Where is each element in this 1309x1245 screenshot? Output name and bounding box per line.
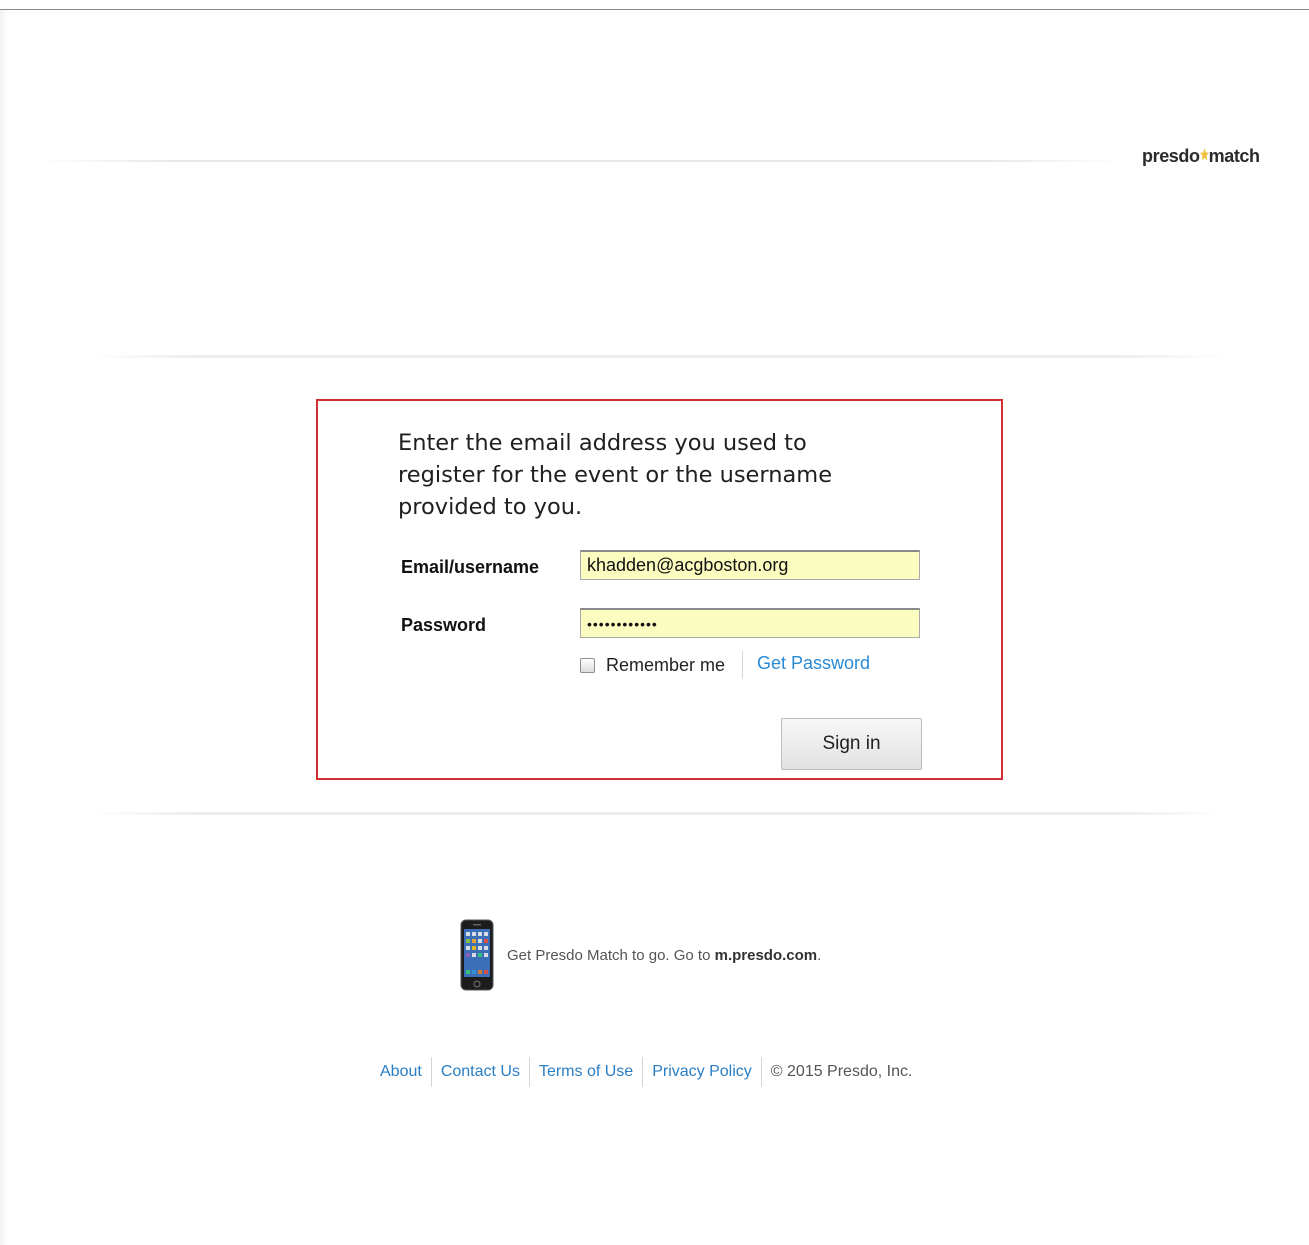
mobile-promo: Get Presdo Match to go. Go to m.presdo.c… [460, 919, 821, 991]
password-label: Password [401, 615, 487, 635]
presdo-match-logo[interactable]: presdo match [1142, 146, 1260, 167]
sign-in-button[interactable]: Sign in [781, 718, 922, 770]
logo-text-match: match [1208, 146, 1260, 166]
window-top-border [0, 0, 1309, 10]
remember-me-label[interactable]: Remember me [606, 655, 725, 676]
copyright-text: © 2015 Presdo, Inc. [770, 1063, 913, 1080]
remember-separator [742, 651, 743, 679]
footer-link-contact[interactable]: Contact Us [441, 1063, 520, 1081]
mobile-promo-text: Get Presdo Match to go. Go to m.presdo.c… [507, 947, 821, 964]
email-field[interactable] [580, 550, 920, 580]
mobile-site-url[interactable]: m.presdo.com [715, 947, 818, 964]
footer: About Contact Us Terms of Use Privacy Po… [380, 1057, 912, 1087]
login-panel: Enter the email address you used to regi… [316, 399, 1003, 780]
remember-me-checkbox[interactable] [580, 657, 595, 673]
logo-text-presdo: presdo [1142, 146, 1200, 166]
login-instructions: Enter the email address you used to regi… [398, 430, 833, 520]
remember-me-option[interactable]: Remember me [580, 653, 725, 677]
email-label: Email/username [401, 557, 540, 577]
mobile-promo-lead: Get Presdo Match to go. Go to [507, 946, 715, 964]
footer-separator [760, 1057, 762, 1087]
footer-link-terms[interactable]: Terms of Use [539, 1063, 633, 1081]
footer-separator [430, 1057, 432, 1087]
mobile-promo-suffix: . [817, 946, 822, 964]
divider-top [90, 355, 1225, 358]
divider-bottom [90, 812, 1225, 815]
footer-link-privacy[interactable]: Privacy Policy [652, 1063, 752, 1081]
footer-separator [528, 1057, 530, 1087]
password-field[interactable] [580, 608, 920, 638]
footer-separator [642, 1057, 644, 1087]
header-rule [40, 160, 1120, 162]
logo-star-icon [1199, 148, 1209, 161]
footer-link-about[interactable]: About [380, 1063, 422, 1081]
smartphone-icon [460, 919, 494, 991]
get-password-link[interactable]: Get Password [757, 653, 870, 674]
window-left-edge [0, 10, 9, 1245]
